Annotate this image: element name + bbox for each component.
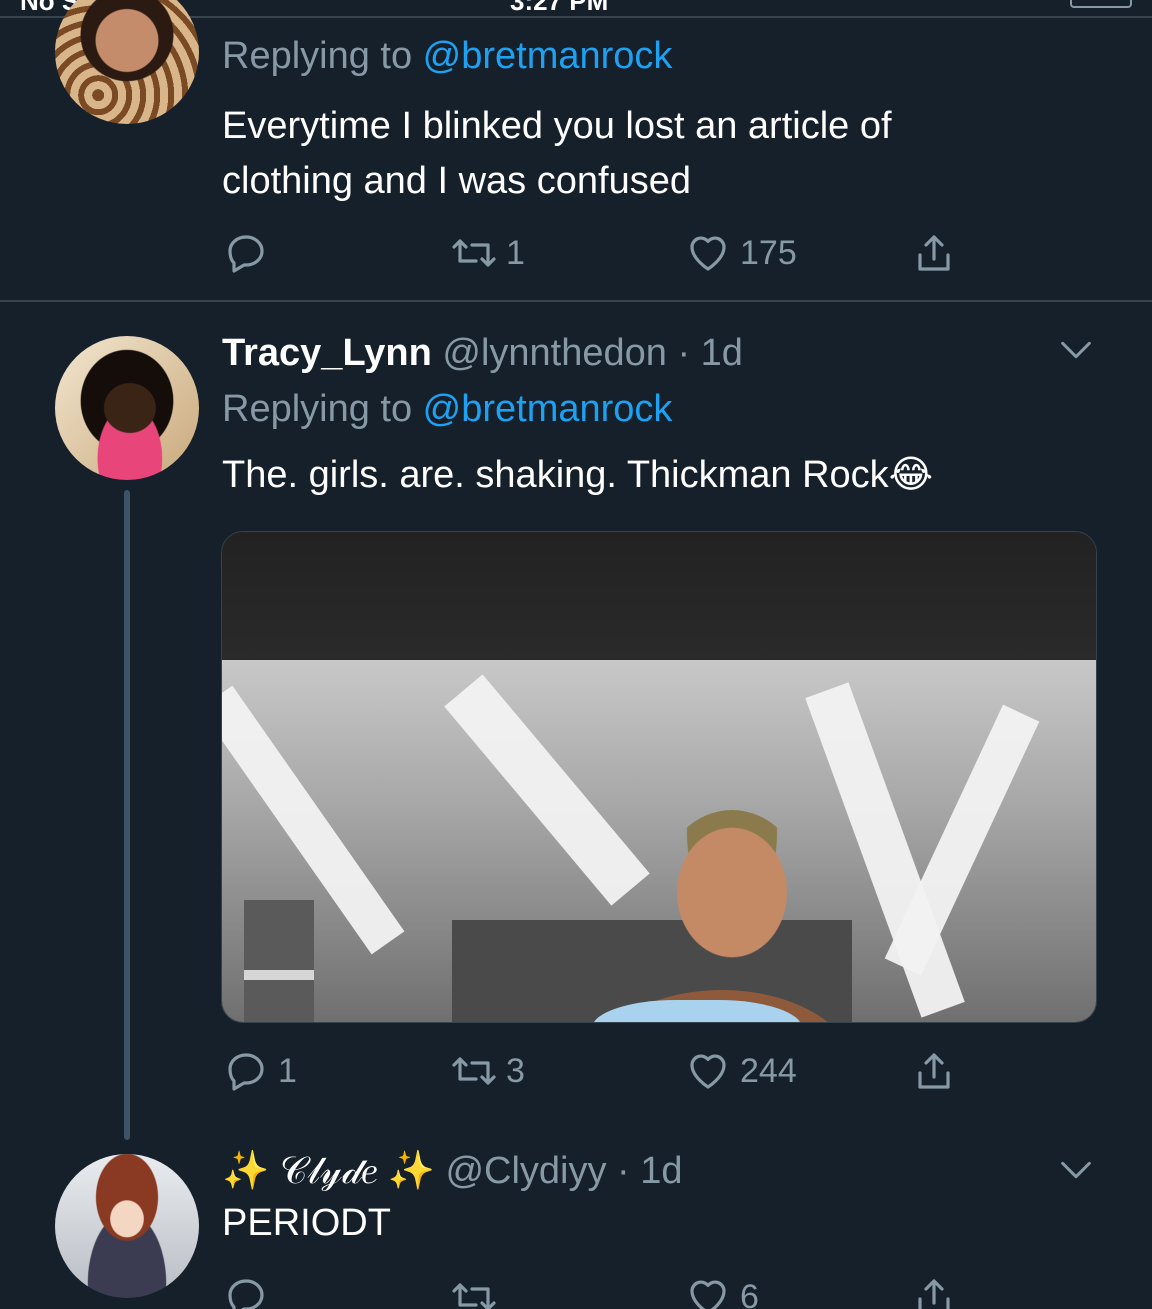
timestamp: · 1d [666, 332, 743, 374]
tweet-video[interactable] [221, 531, 1097, 1023]
avatar[interactable] [55, 0, 199, 124]
tweet-header: ✨ 𝒞𝓁𝓎𝒹𝑒 ✨ @Clydiyy · 1d [222, 1148, 1096, 1194]
replying-to: Replying to @bretmanrock [222, 35, 673, 77]
retweet-button[interactable] [450, 1272, 506, 1309]
replying-to: Replying to @bretmanrock [222, 388, 673, 430]
reply-count: 1 [278, 1051, 297, 1090]
like-count: 175 [740, 233, 797, 272]
retweet-count: 1 [506, 233, 525, 272]
like-button[interactable]: 6 [684, 1272, 759, 1309]
like-button[interactable]: 244 [684, 1046, 797, 1096]
tweet-header: Tracy_Lynn @lynnthedon · 1d [222, 330, 1096, 376]
display-name[interactable]: ✨ 𝒞𝓁𝓎𝒹𝑒 ✨ [222, 1150, 435, 1192]
timestamp: · 1d [606, 1150, 683, 1192]
replying-handle-link[interactable]: @bretmanrock [423, 35, 673, 77]
retweet-icon [452, 1057, 496, 1085]
retweet-count: 3 [506, 1051, 525, 1090]
reply-icon [228, 1053, 264, 1091]
tweet-text: Everytime I blinked you lost an article … [222, 105, 892, 202]
like-count: 6 [740, 1277, 759, 1309]
heart-icon [690, 236, 726, 271]
reply-icon [228, 235, 264, 273]
reply-button[interactable] [222, 228, 278, 278]
wall-photos [244, 900, 314, 1022]
chevron-down-icon[interactable] [1056, 330, 1096, 379]
share-button[interactable] [910, 1046, 958, 1096]
tweet-actions: 6 [222, 1272, 982, 1309]
like-count: 244 [740, 1051, 797, 1090]
tweet-actions: 1 175 [222, 228, 982, 278]
like-button[interactable]: 175 [684, 228, 797, 278]
share-icon [918, 1053, 950, 1089]
display-name[interactable]: Tracy_Lynn [222, 332, 432, 374]
share-icon [918, 1279, 950, 1309]
reply-button[interactable] [222, 1272, 278, 1309]
heart-icon [690, 1054, 726, 1089]
replying-handle-link[interactable]: @bretmanrock [423, 388, 673, 430]
video-frame [222, 660, 1096, 1022]
retweet-icon [452, 1283, 496, 1309]
share-icon [918, 235, 950, 271]
retweet-icon [452, 239, 496, 267]
avatar[interactable] [55, 336, 199, 480]
user-handle[interactable]: @lynnthedon [442, 332, 667, 374]
paper-streamer [444, 674, 650, 906]
reply-icon [228, 1279, 264, 1309]
share-button[interactable] [910, 228, 958, 278]
reply-button[interactable]: 1 [222, 1046, 297, 1096]
share-button[interactable] [910, 1272, 958, 1309]
tweet-actions: 1 3 244 [222, 1046, 982, 1096]
video-letterbox [222, 532, 1096, 660]
chevron-down-icon[interactable] [1056, 1150, 1096, 1199]
tweet-1[interactable]: Replying to @bretmanrock Everytime I bli… [0, 0, 1152, 302]
person-head [662, 810, 802, 960]
tweet-text: PERIODT [222, 1202, 391, 1244]
tweet-text: The. girls. are. shaking. Thickman Rock😂 [222, 454, 934, 496]
paper-streamer [884, 704, 1040, 976]
user-handle[interactable]: @Clydiyy [445, 1150, 606, 1192]
retweet-button[interactable]: 1 [450, 228, 525, 278]
heart-icon [690, 1280, 726, 1309]
tweet-3[interactable]: ✨ 𝒞𝓁𝓎𝒹𝑒 ✨ @Clydiyy · 1d PERIODT 6 [0, 1122, 1152, 1309]
retweet-button[interactable]: 3 [450, 1046, 525, 1096]
avatar[interactable] [55, 1154, 199, 1298]
